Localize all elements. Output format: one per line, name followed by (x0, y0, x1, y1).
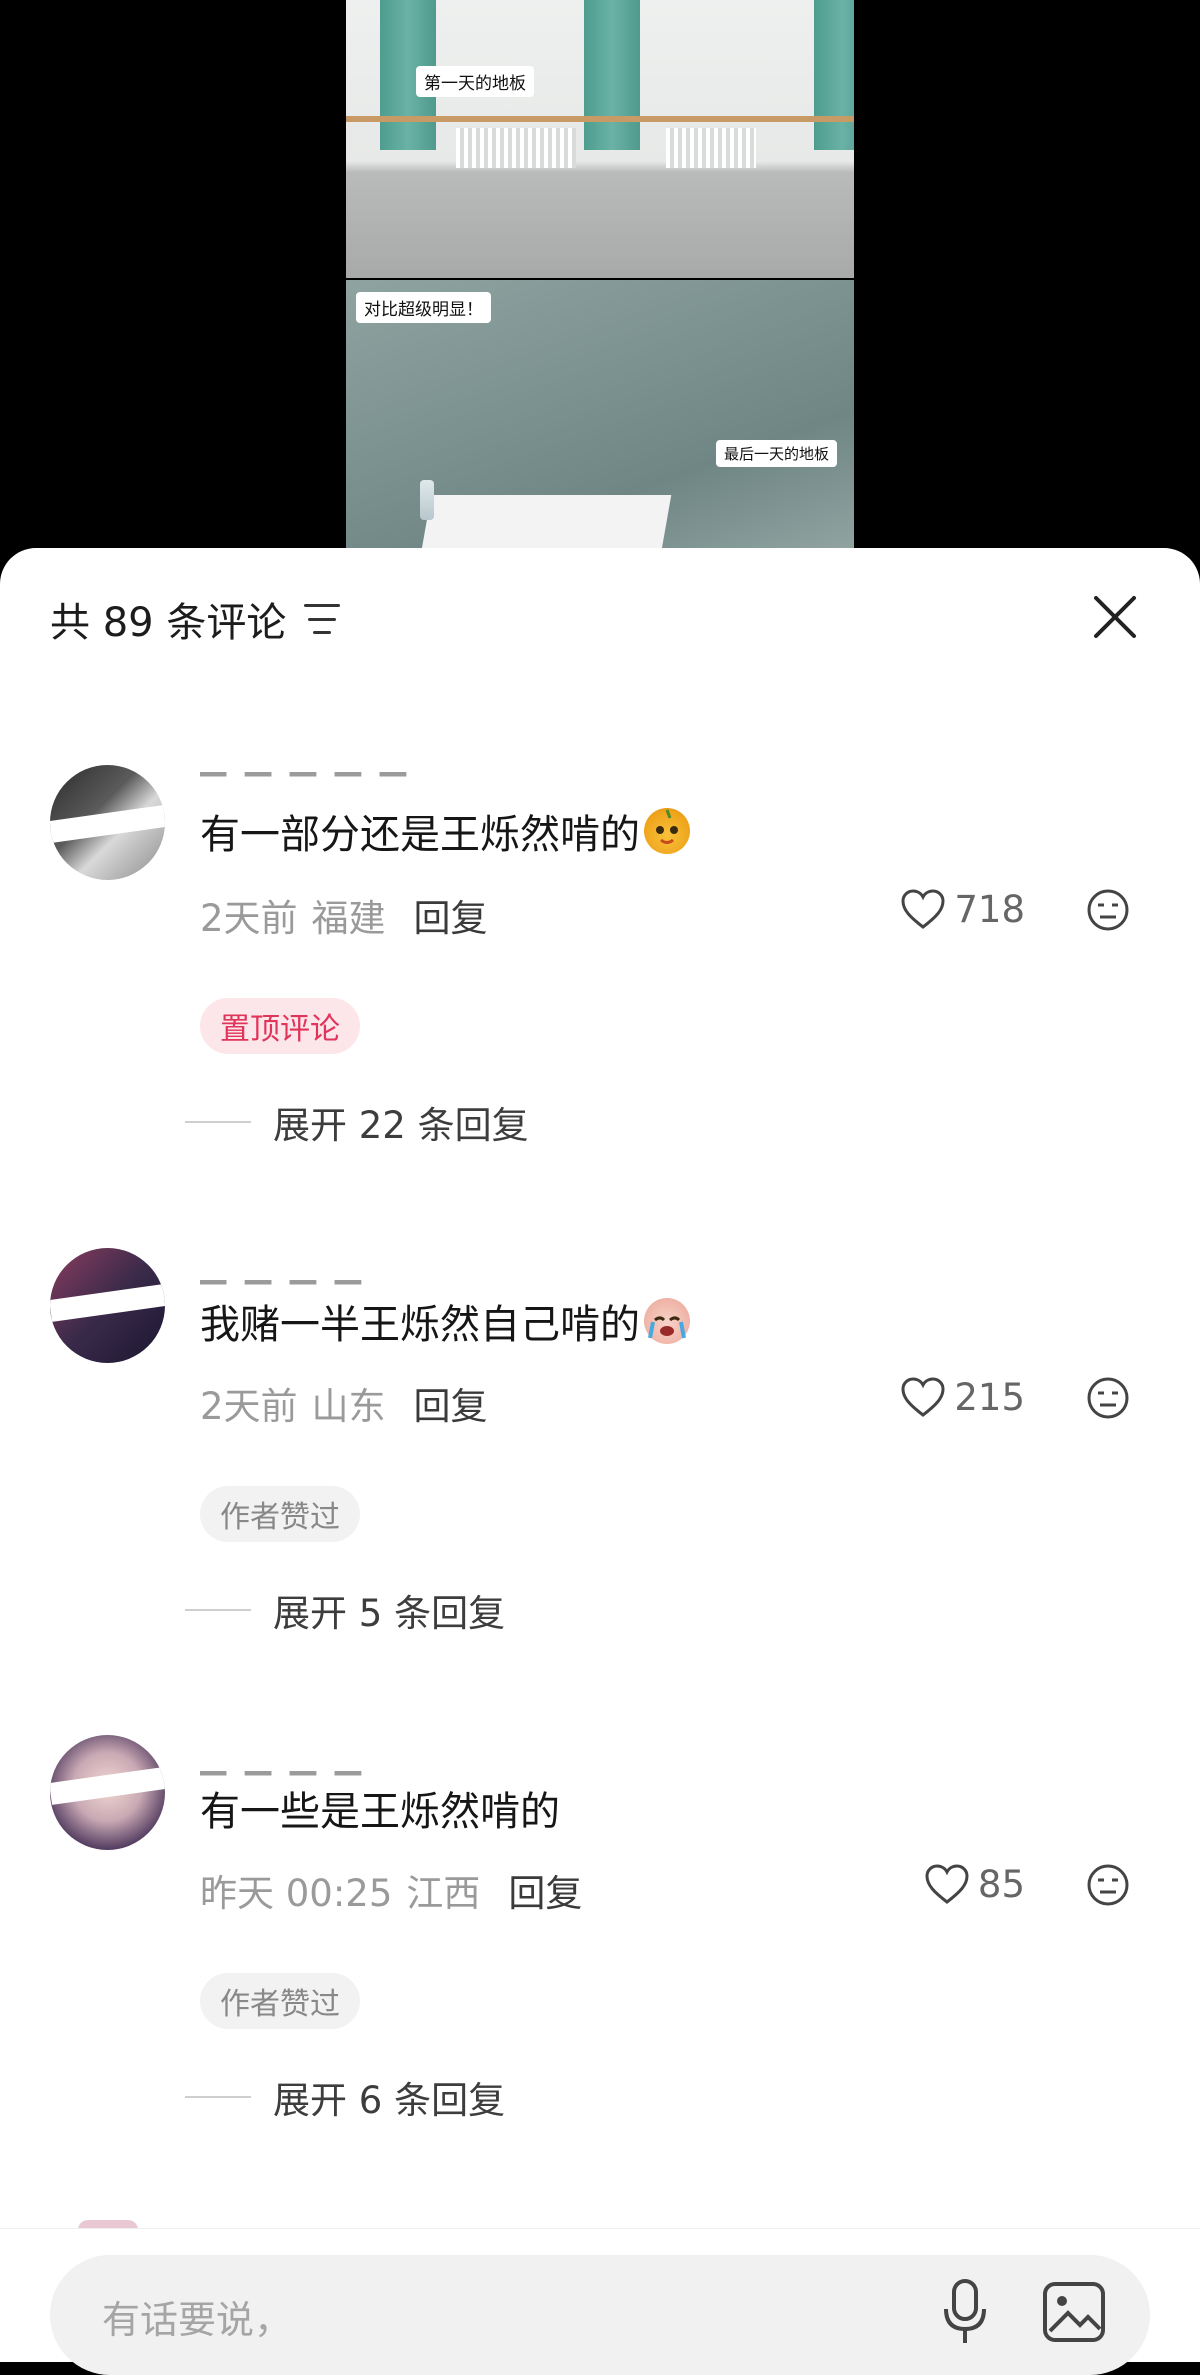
avatar[interactable] (50, 1248, 165, 1363)
comment-location: 山东 (311, 1385, 386, 1428)
like-button[interactable]: 215 (900, 1376, 1025, 1419)
comments-header: 共 89 条评论 (50, 590, 341, 648)
comment-meta: 2天前 福建 回复 (200, 888, 488, 942)
heart-icon (901, 1376, 945, 1417)
like-count: 718 (954, 888, 1025, 931)
comment-input-bar: 有话要说， (0, 2228, 1200, 2375)
divider-line (185, 1121, 251, 1123)
comment-time: 昨天 00:25 (200, 1872, 393, 1915)
close-icon[interactable] (1092, 594, 1138, 640)
comment-text: 有一些是王烁然啃的 (200, 1779, 560, 1837)
heart-icon (901, 888, 945, 929)
expand-replies-label: 展开 22 条回复 (273, 1104, 529, 1147)
comment-text-content: 我赌一半王烁然自己啃的 (200, 1302, 640, 1348)
pinned-comment-badge: 置顶评论 (200, 998, 360, 1054)
comment-location: 江西 (406, 1872, 481, 1915)
divider-line (185, 2096, 251, 2098)
comment-text: 我赌一半王烁然自己啃的 (200, 1292, 690, 1350)
microphone-icon[interactable] (938, 2277, 992, 2347)
comment-meta: 昨天 00:25 江西 回复 (200, 1863, 582, 1917)
water-bottle (420, 480, 434, 520)
comment-text-content: 有一部分还是王烁然啃的 (200, 812, 640, 858)
video-frame: 第一天的地板 对比超级明显！ 最后一天的地板 (346, 0, 854, 548)
video-player[interactable]: 第一天的地板 对比超级明显！ 最后一天的地板 (0, 0, 1200, 560)
floor-photo-first-day: 第一天的地板 (346, 0, 854, 278)
comment-location: 福建 (311, 897, 386, 940)
comment-meta: 2天前 山东 回复 (200, 1376, 488, 1430)
reply-button[interactable]: 回复 (414, 888, 488, 942)
expand-replies-button[interactable]: 展开 6 条回复 (185, 2070, 505, 2124)
label-last-day: 最后一天的地板 (716, 440, 838, 467)
like-button[interactable]: 718 (900, 888, 1025, 931)
floor-photo-last-day: 对比超级明显！ 最后一天的地板 (346, 280, 854, 548)
expand-replies-button[interactable]: 展开 5 条回复 (185, 1583, 505, 1637)
comment-text: 有一部分还是王烁然啃的 (200, 802, 690, 860)
radiator (456, 128, 576, 168)
author-liked-badge: 作者赞过 (200, 1486, 360, 1542)
like-button[interactable]: 85 (924, 1863, 1025, 1906)
reply-button[interactable]: 回复 (414, 1376, 488, 1430)
comment-input-placeholder: 有话要说， (102, 2298, 293, 2342)
ballet-barre (346, 116, 854, 122)
dislike-face-icon[interactable] (1086, 888, 1130, 932)
expand-replies-button[interactable]: 展开 22 条回复 (185, 1095, 529, 1149)
filter-icon[interactable] (304, 604, 341, 634)
dislike-face-icon[interactable] (1086, 1376, 1130, 1420)
comment-text-content: 有一些是王烁然啃的 (200, 1789, 560, 1835)
label-contrast: 对比超级明显！ (356, 292, 491, 323)
pear-face-emoji (644, 808, 690, 854)
reply-button[interactable]: 回复 (508, 1863, 582, 1917)
image-icon[interactable] (1042, 2281, 1106, 2343)
curtain (814, 0, 854, 150)
avatar[interactable] (50, 1735, 165, 1850)
comment-time: 2天前 (200, 1385, 298, 1428)
divider-line (185, 1609, 251, 1611)
crying-face-emoji (644, 1298, 690, 1344)
comment-count-title: 共 89 条评论 (50, 600, 287, 646)
like-count: 215 (954, 1376, 1025, 1419)
curtain (584, 0, 640, 150)
dislike-face-icon[interactable] (1086, 1863, 1130, 1907)
expand-replies-label: 展开 5 条回复 (273, 1592, 506, 1635)
radiator (666, 128, 756, 168)
table (420, 495, 672, 548)
avatar[interactable] (50, 765, 165, 880)
comment-time: 2天前 (200, 897, 298, 940)
like-count: 85 (977, 1863, 1025, 1906)
author-liked-badge: 作者赞过 (200, 1973, 360, 2029)
username-redacted[interactable]: ▔ ▔ ▔ ▔ ▔ (200, 772, 410, 794)
expand-replies-label: 展开 6 条回复 (273, 2079, 506, 2122)
label-first-day: 第一天的地板 (416, 66, 534, 97)
comment-input[interactable]: 有话要说， (50, 2255, 1150, 2375)
heart-icon (925, 1863, 969, 1904)
